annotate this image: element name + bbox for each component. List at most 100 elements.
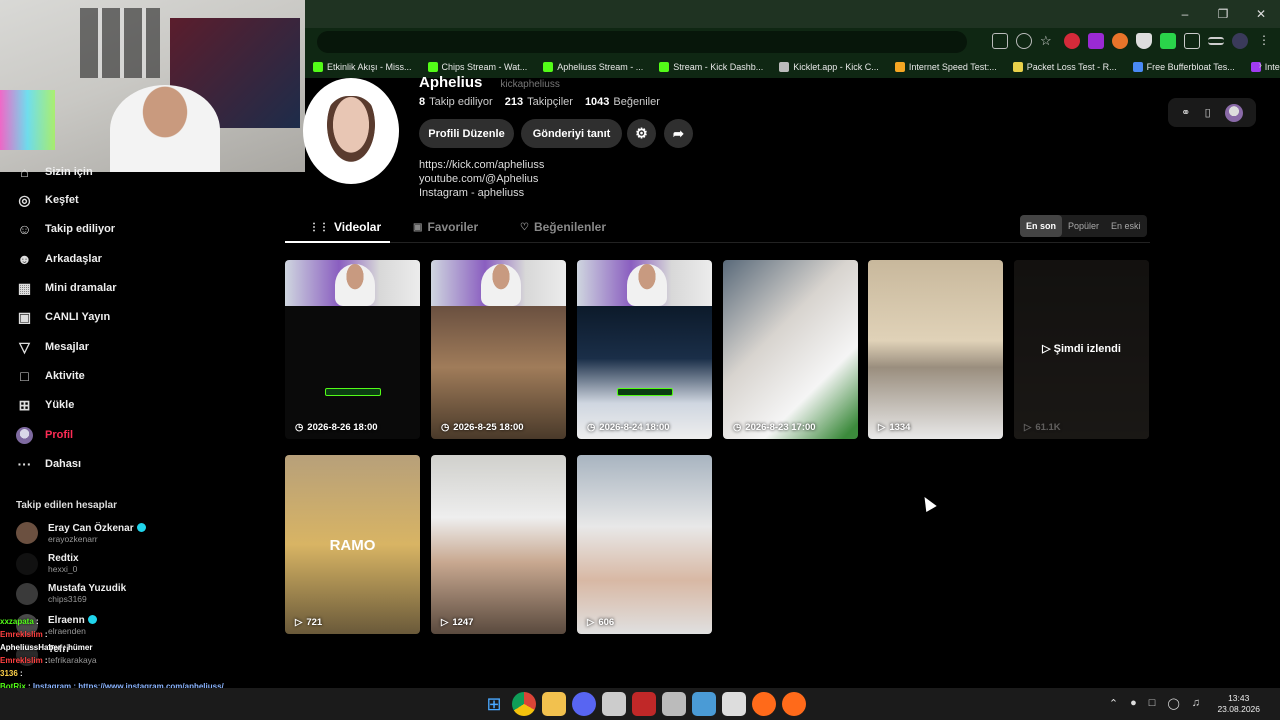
- orange-app-icon[interactable]: [782, 692, 806, 716]
- share-button[interactable]: ➦: [664, 119, 693, 148]
- network-icon[interactable]: ◯: [1167, 697, 1179, 710]
- bio-link-kick[interactable]: https://kick.com/apheliuss: [419, 158, 544, 172]
- puzzle-icon[interactable]: [1184, 33, 1200, 49]
- video-card[interactable]: ▷ Şimdi izlendi ▷ 61.1K: [1014, 260, 1149, 439]
- user-avatar-icon[interactable]: [1224, 103, 1243, 122]
- bookmark-item[interactable]: Internet Speed Test:...: [887, 62, 1005, 72]
- sidebar-item-0[interactable]: ⌂ Sizin için: [16, 161, 92, 183]
- sidebar-item-10[interactable]: ··· Dahası: [16, 453, 82, 475]
- video-card[interactable]: ▷ 1247: [431, 455, 566, 634]
- settings-button[interactable]: ⚙: [627, 119, 656, 148]
- extension-purple-icon[interactable]: [1088, 33, 1104, 49]
- sidebar-item-7[interactable]: □ Aktivite: [16, 365, 84, 387]
- play-icon: ▷: [1024, 422, 1032, 433]
- restore-icon[interactable]: ❐: [1204, 0, 1242, 28]
- video-card[interactable]: ◷ 2026-8-25 18:00: [431, 260, 566, 439]
- account-avatar-icon[interactable]: [1232, 33, 1248, 49]
- video-meta: ▷ 606: [587, 617, 614, 628]
- video-card[interactable]: ◷ 2026-8-24 18:00: [577, 260, 712, 439]
- voicemeeter-icon[interactable]: [632, 692, 656, 716]
- discord-icon[interactable]: [572, 692, 596, 716]
- edit-profile-button[interactable]: Profili Düzenle: [419, 119, 514, 148]
- tab-videos[interactable]: ⋮⋮ Videolar: [309, 220, 381, 234]
- tab-favorites[interactable]: ▣ Favoriler: [413, 220, 478, 234]
- stat-following[interactable]: 8 Takip ediliyor: [419, 96, 493, 108]
- orange-app-icon[interactable]: [752, 692, 776, 716]
- address-field[interactable]: [317, 31, 967, 53]
- verified-badge-icon: [136, 522, 146, 532]
- bookmark-item[interactable]: Kicklet.app - Kick C...: [771, 62, 887, 72]
- following-account[interactable]: Eray Can Özkenar erayozkenarr: [16, 520, 146, 546]
- video-card[interactable]: ▷ 1334: [868, 260, 1003, 439]
- sidebar-item-3[interactable]: ☻ Arkadaşlar: [16, 248, 102, 270]
- sidebar-item-6[interactable]: ▽ Mesajlar: [16, 336, 89, 358]
- sidebar-item-8[interactable]: ⊞ Yükle: [16, 394, 75, 416]
- file-explorer-icon[interactable]: [542, 692, 566, 716]
- account-names: Redtix hexxi_0: [48, 553, 79, 575]
- shield-icon[interactable]: [1136, 33, 1152, 49]
- windows-start-icon[interactable]: ⊞: [482, 692, 506, 716]
- kicklet-icon: [779, 62, 790, 72]
- chevron-up-icon[interactable]: ⌃: [1109, 697, 1118, 710]
- video-card[interactable]: RAMO ▷ 721: [285, 455, 420, 634]
- steam-icon[interactable]: [692, 692, 716, 716]
- taskbar-clock[interactable]: 13:43 23.08.2026: [1217, 693, 1260, 715]
- coin-icon[interactable]: ⚭: [1181, 106, 1190, 119]
- bookmark-label: Etkinlik Akışı - Miss...: [327, 62, 412, 72]
- bookmark-item[interactable]: Etkinlik Akışı - Miss...: [305, 62, 420, 72]
- account-handle: erayozkenarr: [48, 533, 98, 544]
- bookmark-item[interactable]: Stream - Kick Dashb...: [651, 62, 771, 72]
- bookmark-item[interactable]: Apheliuss Stream - ...: [535, 62, 651, 72]
- promote-post-button[interactable]: Gönderiyi tanıt: [521, 119, 622, 148]
- microphone-icon[interactable]: ●: [1130, 697, 1137, 710]
- sort-oldest[interactable]: En eski: [1105, 215, 1147, 237]
- phone-icon[interactable]: ▯: [1205, 106, 1211, 119]
- minimize-icon[interactable]: –: [1166, 0, 1204, 28]
- kick-logo-tag: [617, 388, 673, 396]
- chrome-icon[interactable]: [512, 692, 536, 716]
- sidebar-item-2[interactable]: ☺ Takip ediliyor: [16, 218, 115, 240]
- tab-liked[interactable]: ♡ Beğenilenler: [520, 220, 606, 234]
- sidebar-item-5[interactable]: ▣ CANLI Yayın: [16, 306, 110, 328]
- profile-stats: 8 Takip ediliyor 213 Takipçiler 1043 Beğeni…: [419, 96, 660, 108]
- account-name-text: Redtix: [48, 553, 79, 564]
- volume-icon[interactable]: ♫: [1192, 697, 1200, 710]
- star-icon[interactable]: ☆: [1040, 33, 1056, 49]
- video-card[interactable]: ◷ 2026-8-23 17:00: [723, 260, 858, 439]
- chat-message: 3136 :: [0, 667, 240, 680]
- sort-popular[interactable]: Popüler: [1062, 215, 1105, 237]
- following-account[interactable]: Redtix hexxi_0: [16, 551, 79, 577]
- sidebar-item-9[interactable]: Profil: [16, 424, 73, 446]
- bookmark-label: Free Bufferbloat Tes...: [1146, 62, 1235, 72]
- extension-green-icon[interactable]: [1160, 33, 1176, 49]
- extension-red-icon[interactable]: [1064, 33, 1080, 49]
- horse-app-icon[interactable]: [662, 692, 686, 716]
- stat-followers[interactable]: 213 Takipçiler: [505, 96, 573, 108]
- video-card[interactable]: ◷ 2026-8-26 18:00: [285, 260, 420, 439]
- close-icon[interactable]: ✕: [1242, 0, 1280, 28]
- sort-latest[interactable]: En son: [1020, 215, 1063, 237]
- sidebar-item-1[interactable]: ◎ Keşfet: [16, 189, 78, 211]
- chat-separator: :: [33, 617, 39, 626]
- extension-orange-icon[interactable]: [1112, 33, 1128, 49]
- obs-icon[interactable]: [602, 692, 626, 716]
- cast-icon[interactable]: [992, 33, 1008, 49]
- bookmark-item[interactable]: Chips Stream - Wat...: [420, 62, 536, 72]
- epic-games-icon[interactable]: [722, 692, 746, 716]
- clock-icon: ◷: [733, 422, 742, 433]
- bookmark-item[interactable]: Free Bufferbloat Tes...: [1125, 62, 1243, 72]
- tab-list-icon[interactable]: [1208, 37, 1224, 45]
- taskbar-apps: ⊞: [482, 692, 806, 716]
- mouse-cursor: [919, 493, 937, 513]
- kebab-menu-icon[interactable]: ⋮: [1256, 33, 1272, 49]
- eye-off-icon[interactable]: [1016, 33, 1032, 49]
- activity-icon: □: [20, 368, 29, 384]
- bookmark-item[interactable]: Packet Loss Test - R...: [1005, 62, 1125, 72]
- monitor-icon[interactable]: □: [1149, 697, 1156, 710]
- following-account[interactable]: Mustafa Yuzudik chips3169: [16, 581, 126, 607]
- video-meta-text: 2026-8-26 18:00: [307, 422, 378, 433]
- chevron-right-icon[interactable]: ›: [1259, 60, 1262, 71]
- sidebar-item-4[interactable]: ▦ Mini dramalar: [16, 277, 117, 299]
- clock-time: 13:43: [1228, 693, 1250, 703]
- video-card[interactable]: ▷ 606: [577, 455, 712, 634]
